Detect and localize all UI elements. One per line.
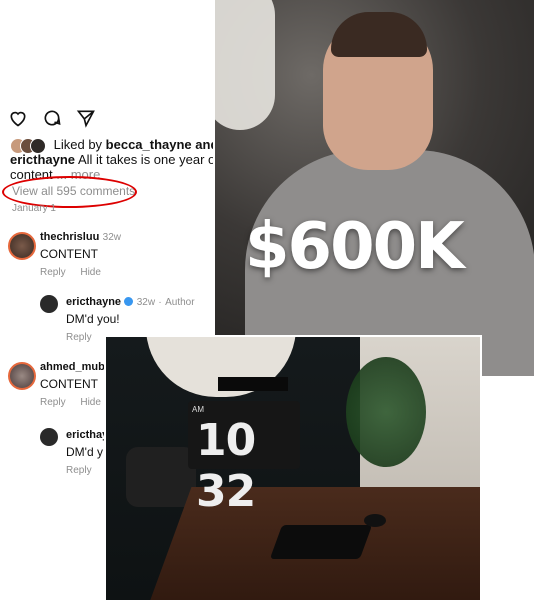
reply-button[interactable]: Reply bbox=[40, 397, 66, 408]
reply-button[interactable]: Reply bbox=[66, 332, 92, 343]
avatar[interactable] bbox=[40, 295, 58, 313]
comment-item: thechrisluu 32w CONTENT Reply Hide bbox=[40, 229, 121, 278]
speaker bbox=[126, 447, 196, 507]
person-hair bbox=[331, 12, 427, 57]
heart-icon[interactable] bbox=[8, 108, 28, 128]
comment-text: CONTENT bbox=[40, 247, 98, 261]
likes-text: Liked by bbox=[53, 137, 103, 152]
comment-text: DM'd y bbox=[66, 445, 103, 459]
comment-text: DM'd you! bbox=[66, 312, 120, 326]
comment-text: CONTENT bbox=[40, 377, 98, 391]
comment-role: Author bbox=[165, 297, 195, 308]
video-headline: $600K bbox=[245, 210, 465, 284]
comment-item: ahmed_muba CONTENT Reply Hide bbox=[40, 359, 113, 408]
post-date: January 1 bbox=[12, 203, 56, 214]
monitor-lamp bbox=[218, 377, 288, 391]
clock-time: 10 32 bbox=[196, 415, 256, 517]
comment-age: 32w bbox=[102, 232, 121, 243]
reply-button[interactable]: Reply bbox=[40, 267, 66, 278]
avatar[interactable] bbox=[40, 428, 58, 446]
keyboard bbox=[269, 525, 373, 559]
avatar[interactable] bbox=[8, 232, 36, 260]
comment-age: 32w bbox=[136, 297, 156, 308]
softbox-light bbox=[215, 0, 275, 130]
mouse bbox=[364, 514, 386, 527]
caption-author[interactable]: ericthayne bbox=[10, 152, 75, 167]
video-thumbnail[interactable]: $600K bbox=[213, 0, 534, 378]
comment-username[interactable]: ahmed_muba bbox=[40, 361, 111, 373]
avatar[interactable] bbox=[8, 362, 36, 390]
reply-button[interactable]: Reply bbox=[66, 465, 92, 476]
comment-icon[interactable] bbox=[42, 108, 62, 128]
clock-ampm: AM bbox=[192, 405, 204, 414]
plant bbox=[346, 357, 426, 467]
comment-username[interactable]: ericthayne bbox=[66, 296, 121, 308]
flip-clock: AM 10 32 bbox=[188, 401, 300, 517]
share-icon[interactable] bbox=[76, 108, 96, 128]
verified-badge-icon bbox=[124, 297, 134, 307]
post-caption: ericthayne All it takes is one year of c… bbox=[10, 153, 243, 167]
post-actions bbox=[8, 108, 96, 128]
comment-username[interactable]: ericthay bbox=[66, 429, 108, 441]
desk-setup-photo: AM 10 32 bbox=[104, 335, 482, 602]
liker-username[interactable]: becca_thayne bbox=[106, 137, 192, 152]
comment-username[interactable]: thechrisluu bbox=[40, 231, 99, 243]
comment-reply-item: ericthay DM'd y Reply bbox=[66, 427, 108, 476]
hide-button[interactable]: Hide bbox=[80, 397, 101, 408]
hide-button[interactable]: Hide bbox=[80, 267, 101, 278]
